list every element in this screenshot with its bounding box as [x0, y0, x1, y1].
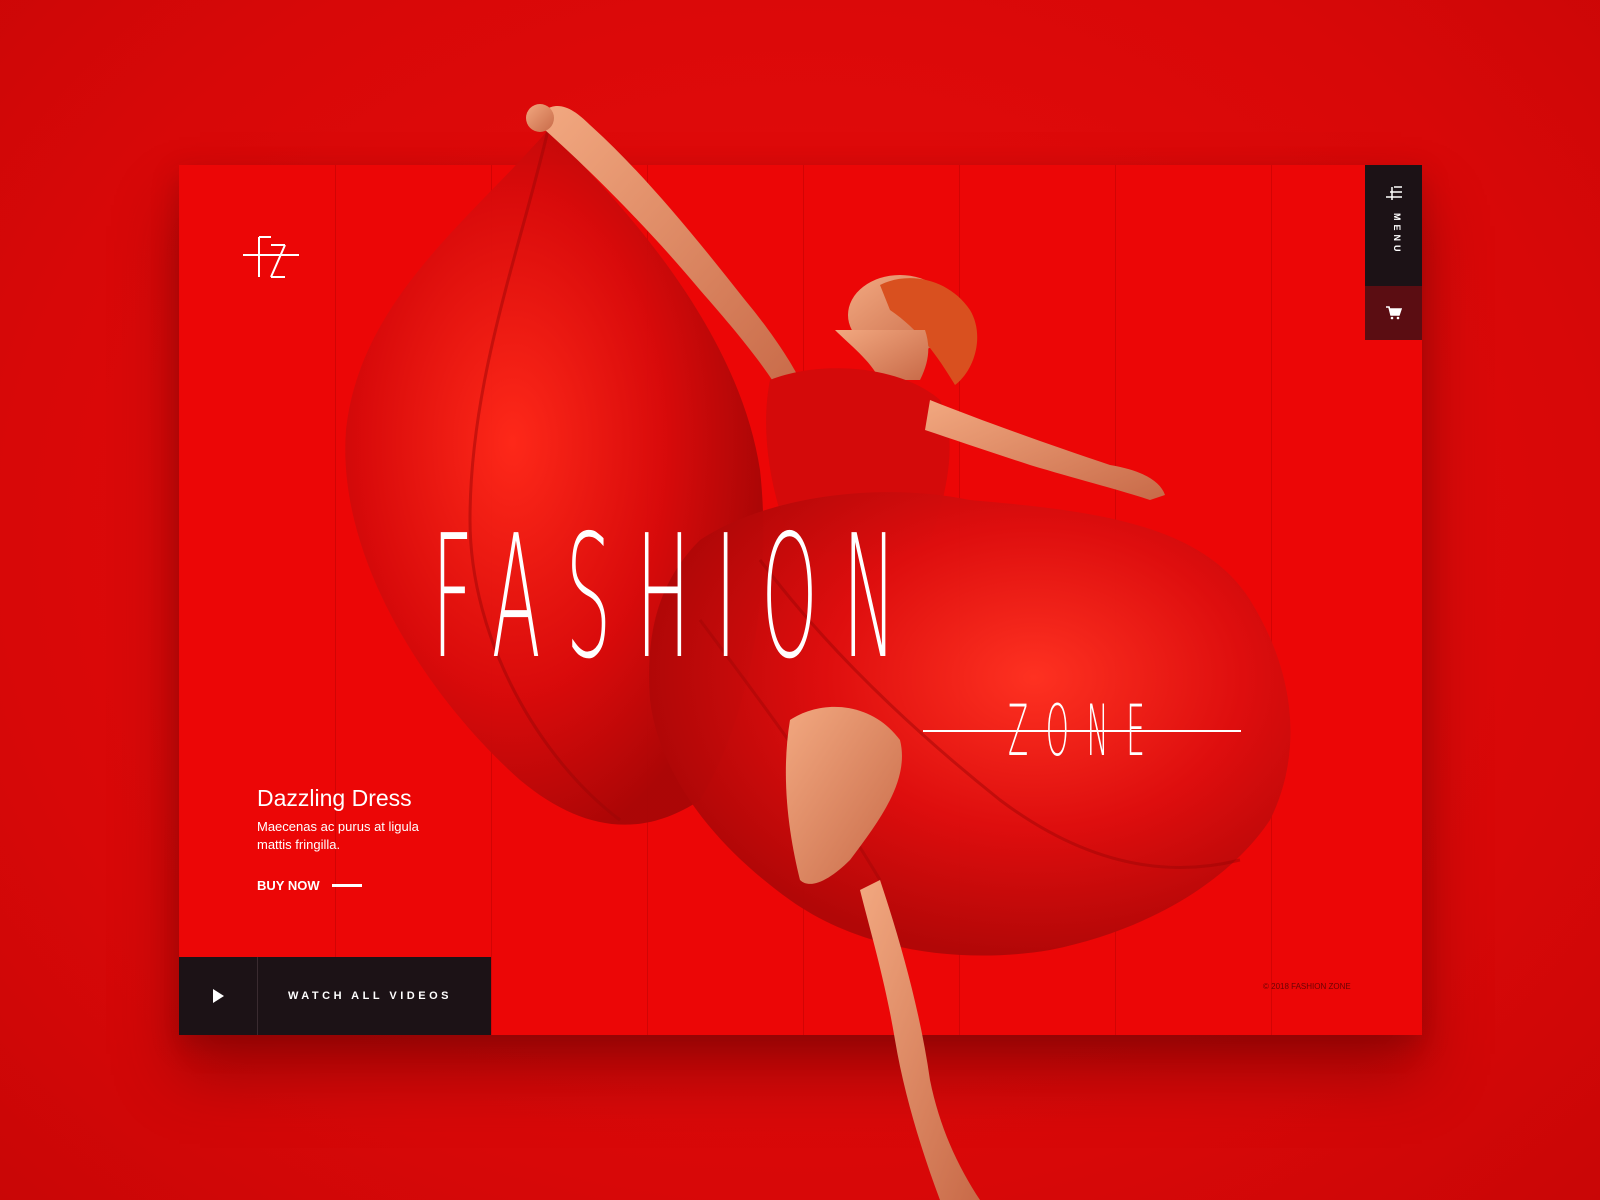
watch-videos-label: WATCH ALL VIDEOS [288, 990, 452, 1002]
grid-column-line [335, 165, 336, 1035]
hamburger-icon [1386, 186, 1402, 200]
play-button[interactable] [179, 957, 258, 1035]
menu-label: MENU [1392, 213, 1402, 256]
fz-logo[interactable] [243, 235, 299, 285]
promo-description: Maecenas ac purus at ligula mattis fring… [257, 819, 419, 852]
cart-icon [1385, 306, 1402, 320]
menu-button[interactable]: MENU [1365, 165, 1422, 286]
grid-column-line [1115, 165, 1116, 1035]
page-background: FASHION ZONE Dazzling Dress Maecenas ac … [0, 0, 1600, 1200]
copyright-text: © 2018 FASHION ZONE [1263, 982, 1351, 991]
promo-title: Dazzling Dress [257, 785, 412, 811]
grid-column-line [1271, 165, 1272, 1035]
cart-button[interactable] [1365, 286, 1422, 340]
watch-videos-button[interactable]: WATCH ALL VIDEOS [179, 957, 491, 1035]
play-icon [213, 989, 224, 1003]
buy-now-button[interactable]: BUY NOW [257, 876, 362, 894]
buy-now-label: BUY NOW [257, 877, 320, 893]
hero-subtitle: ZONE [1008, 690, 1163, 772]
buy-now-underline [331, 883, 362, 887]
hero-title: FASHION [432, 499, 922, 697]
grid-column-line [959, 165, 960, 1035]
hero-subtitle-group: ZONE [923, 690, 1241, 772]
